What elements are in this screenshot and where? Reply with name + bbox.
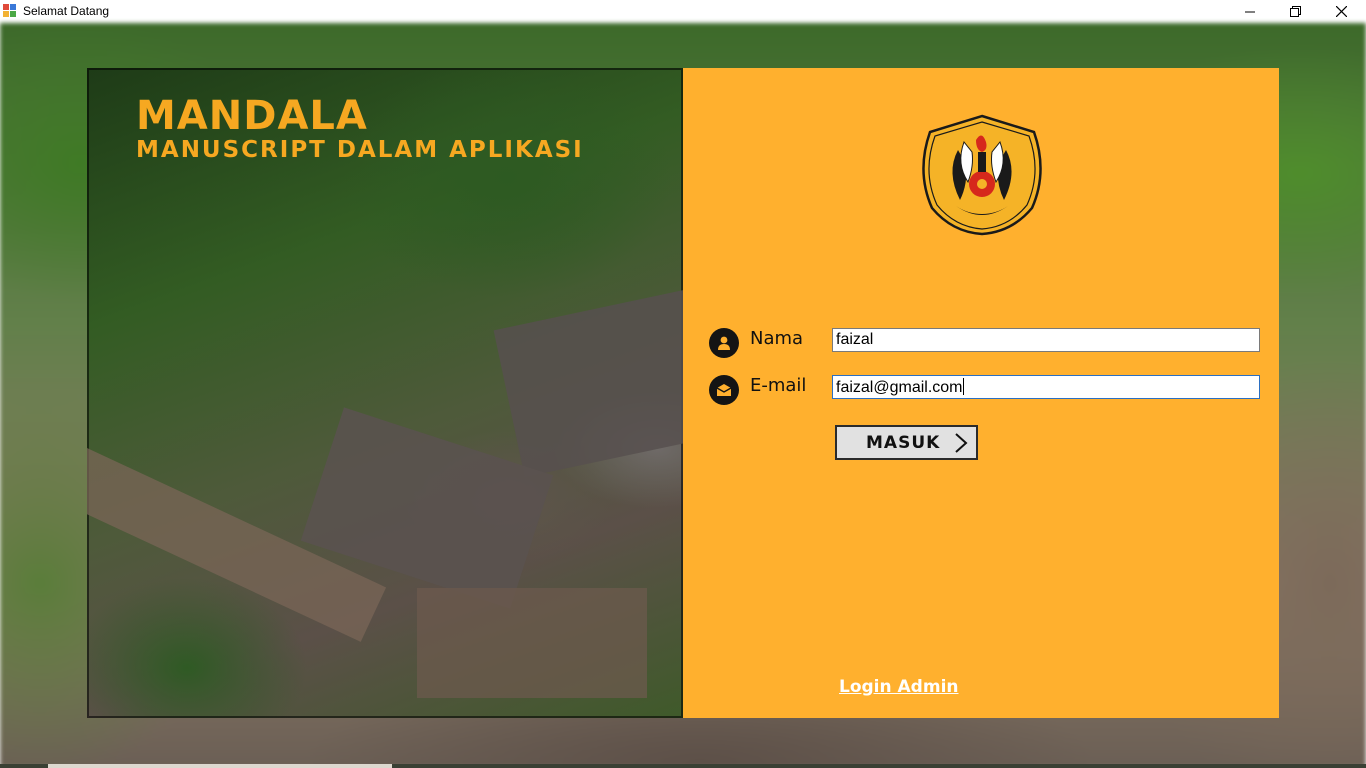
hero-photo-panel: MANDALA MANUSCRIPT DALAM APLIKASI (87, 68, 683, 718)
name-label: Nama (750, 328, 804, 349)
login-panel: Nama faizal E-mail faizal@gmail.com MASU… (683, 68, 1279, 718)
masuk-button-label: MASUK (866, 433, 941, 453)
university-emblem-logo (922, 114, 1042, 236)
email-label: E-mail (750, 375, 807, 396)
bottom-strip (0, 764, 1366, 768)
window-titlebar: Selamat Datang (0, 0, 1366, 23)
name-field[interactable]: faizal (832, 328, 1260, 352)
close-button[interactable] (1318, 0, 1364, 23)
close-icon (1335, 6, 1347, 17)
restore-icon (1289, 6, 1301, 17)
login-admin-link[interactable]: Login Admin (839, 677, 959, 697)
email-field[interactable]: faizal@gmail.com (832, 375, 1260, 399)
chevron-right-icon (955, 433, 968, 453)
window-title: Selamat Datang (23, 4, 110, 18)
person-icon (709, 328, 739, 358)
brand-title: MANDALA (136, 93, 368, 139)
masuk-button[interactable]: MASUK (835, 425, 978, 460)
envelope-icon (709, 375, 739, 405)
app-icon (3, 4, 16, 17)
name-field-value: faizal (836, 331, 874, 348)
minimize-button[interactable] (1227, 0, 1273, 23)
text-caret (962, 378, 964, 395)
email-field-value: faizal@gmail.com (836, 379, 963, 396)
restore-button[interactable] (1272, 0, 1318, 23)
minimize-icon (1245, 11, 1255, 12)
brand-subtitle: MANUSCRIPT DALAM APLIKASI (136, 137, 584, 163)
